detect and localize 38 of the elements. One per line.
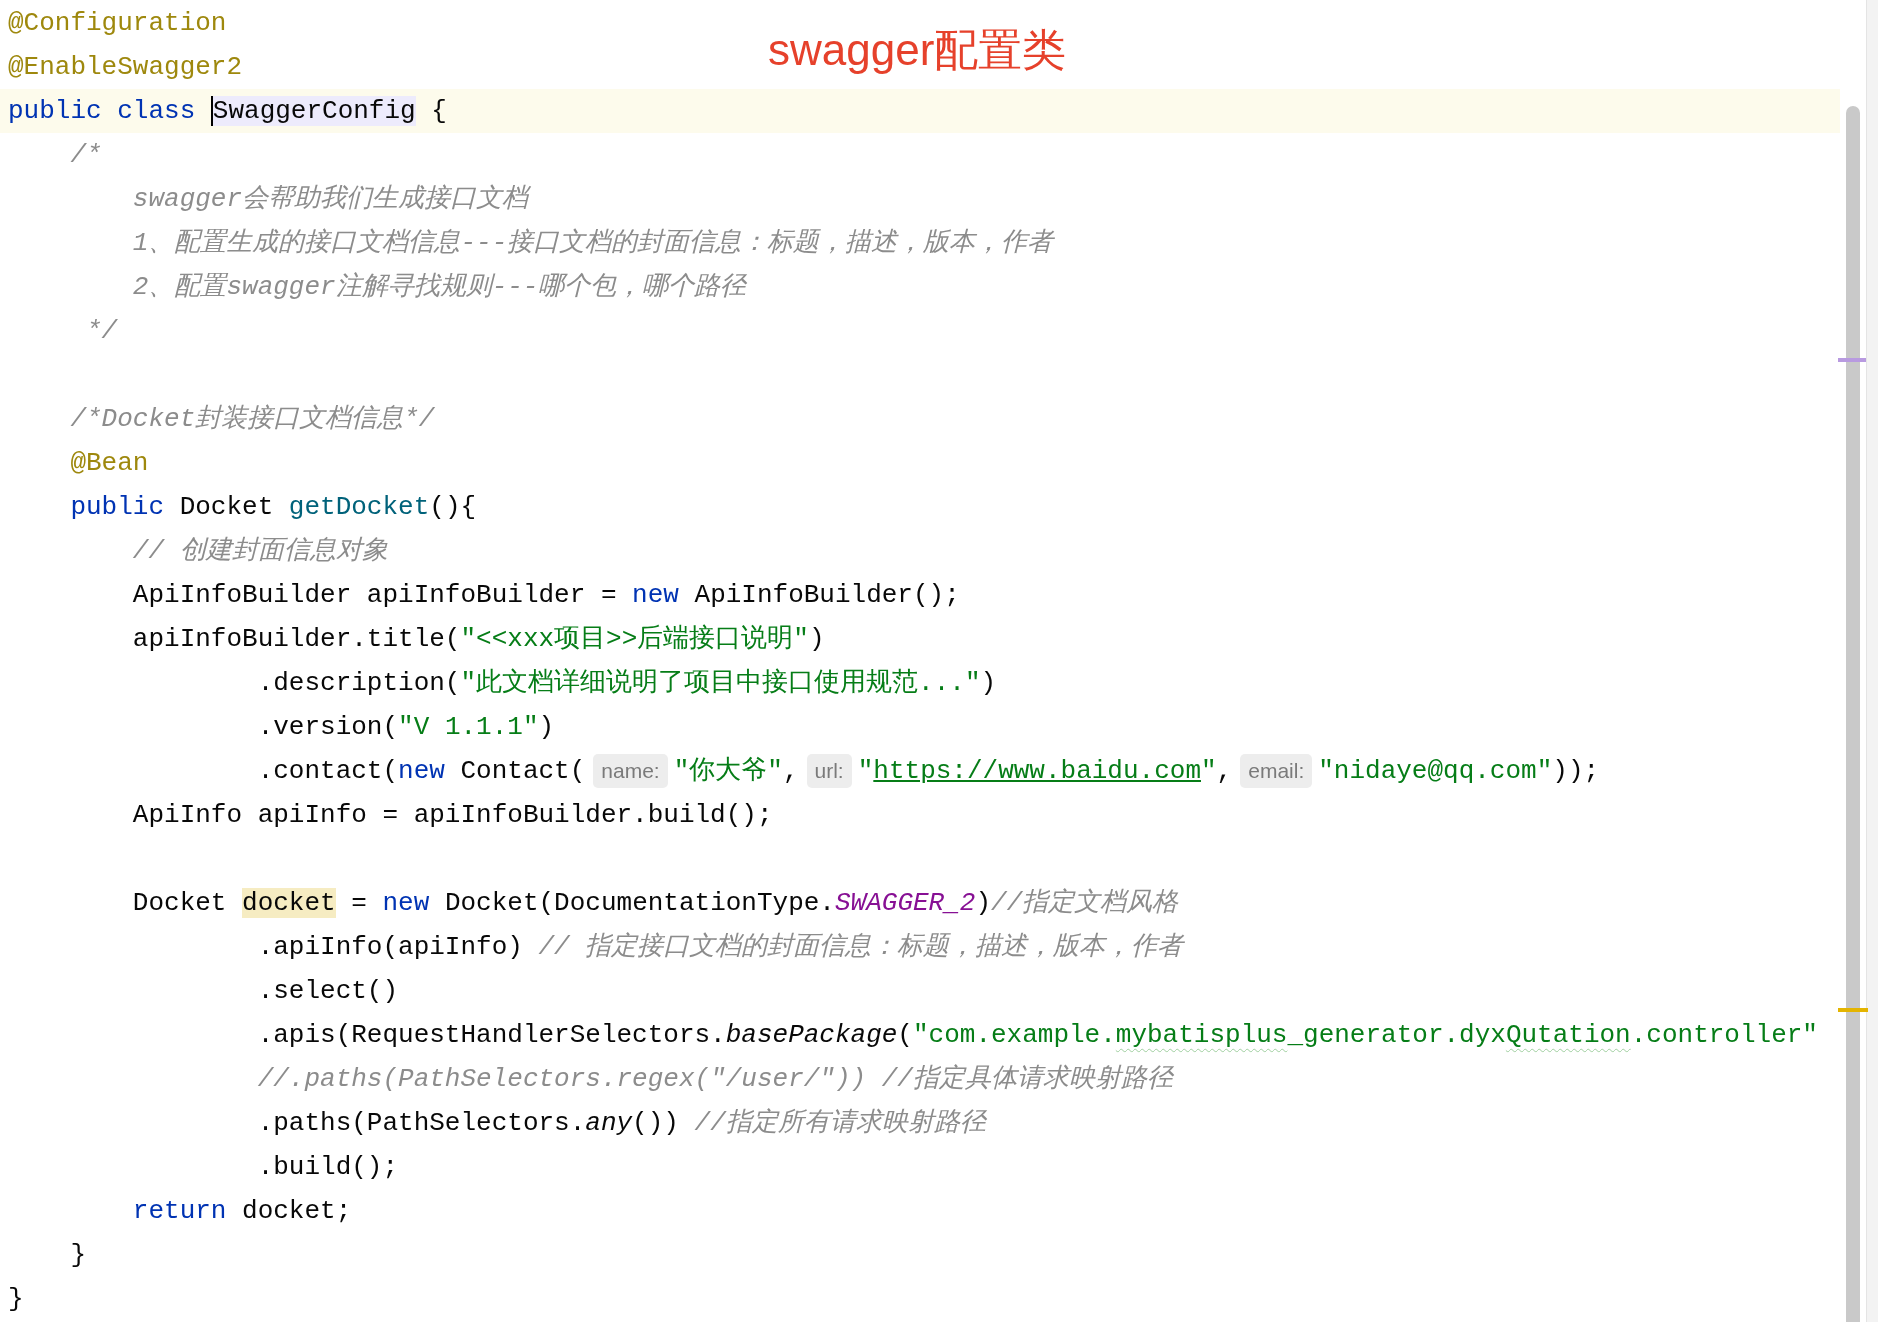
code-text: "https://www.baidu.com", <box>857 754 1233 788</box>
code-text: .apiInfo(apiInfo) // 指定接口文档的封面信息：标题，描述，版本，作者 <box>256 930 1184 964</box>
code-text: public Docket getDocket(){ <box>69 490 477 524</box>
code-text: @Configuration <box>8 6 227 40</box>
warning-marker[interactable] <box>1838 1008 1868 1012</box>
code-text: "nidaye@qq.com")); <box>1318 754 1600 788</box>
code-text: 2、配置swagger注解寻找规则---哪个包，哪个路径 <box>131 270 747 304</box>
code-text: .contact(new Contact( <box>256 754 586 788</box>
code-text: swagger会帮助我们生成接口文档 <box>131 182 529 216</box>
code-text: public class SwaggerConfig { <box>8 94 447 128</box>
code-text: apiInfoBuilder.title("<<xxx项目>>后端接口说明") <box>131 622 825 656</box>
parameter-hint: url: <box>806 754 852 788</box>
code-text: ApiInfo apiInfo = apiInfoBuilder.build(); <box>131 798 773 832</box>
parameter-hint: email: <box>1240 754 1313 788</box>
code-text: return docket; <box>131 1194 352 1228</box>
parameter-hint: name: <box>593 754 668 788</box>
code-text: .paths(PathSelectors.any()) //指定所有请求映射路径 <box>256 1106 986 1140</box>
code-text: /* <box>69 138 102 172</box>
code-text: @Bean <box>69 446 149 480</box>
annotation-label: swagger配置类 <box>768 26 1067 75</box>
code-text: "你大爷", <box>673 754 799 788</box>
code-text: .select() <box>256 974 399 1008</box>
code-text: Docket docket = new Docket(DocumentationType.SWAGGER_2)//指定文档风格 <box>131 886 1179 920</box>
code-text: } <box>8 1282 24 1316</box>
code-text: /*Docket封装接口文档信息*/ <box>69 402 435 436</box>
code-text: @EnableSwagger2 <box>8 50 243 84</box>
scrollbar-thumb[interactable] <box>1846 106 1860 1322</box>
code-text: */ <box>85 314 118 348</box>
code-text: // 创建封面信息对象 <box>131 534 388 568</box>
code-text: .description("此文档详细说明了项目中接口使用规范...") <box>256 666 997 700</box>
code-text: } <box>69 1238 86 1272</box>
code-text: .version("V 1.1.1") <box>256 710 555 744</box>
code-text: .build(); <box>256 1150 399 1184</box>
code-text: ApiInfoBuilder apiInfoBuilder = new ApiInfoBuilder(); <box>131 578 960 612</box>
change-marker[interactable] <box>1838 358 1866 362</box>
code-text: //.paths(PathSelectors.regex("/user/")) //指定具体请求映射路径 <box>256 1062 1173 1096</box>
code-text: .apis(RequestHandlerSelectors.basePackage("com.example.mybatisplus_generator.dyxQutation.controller" <box>256 1018 1818 1052</box>
code-text: 1、配置生成的接口文档信息---接口文档的封面信息：标题，描述，版本，作者 <box>131 226 1054 260</box>
